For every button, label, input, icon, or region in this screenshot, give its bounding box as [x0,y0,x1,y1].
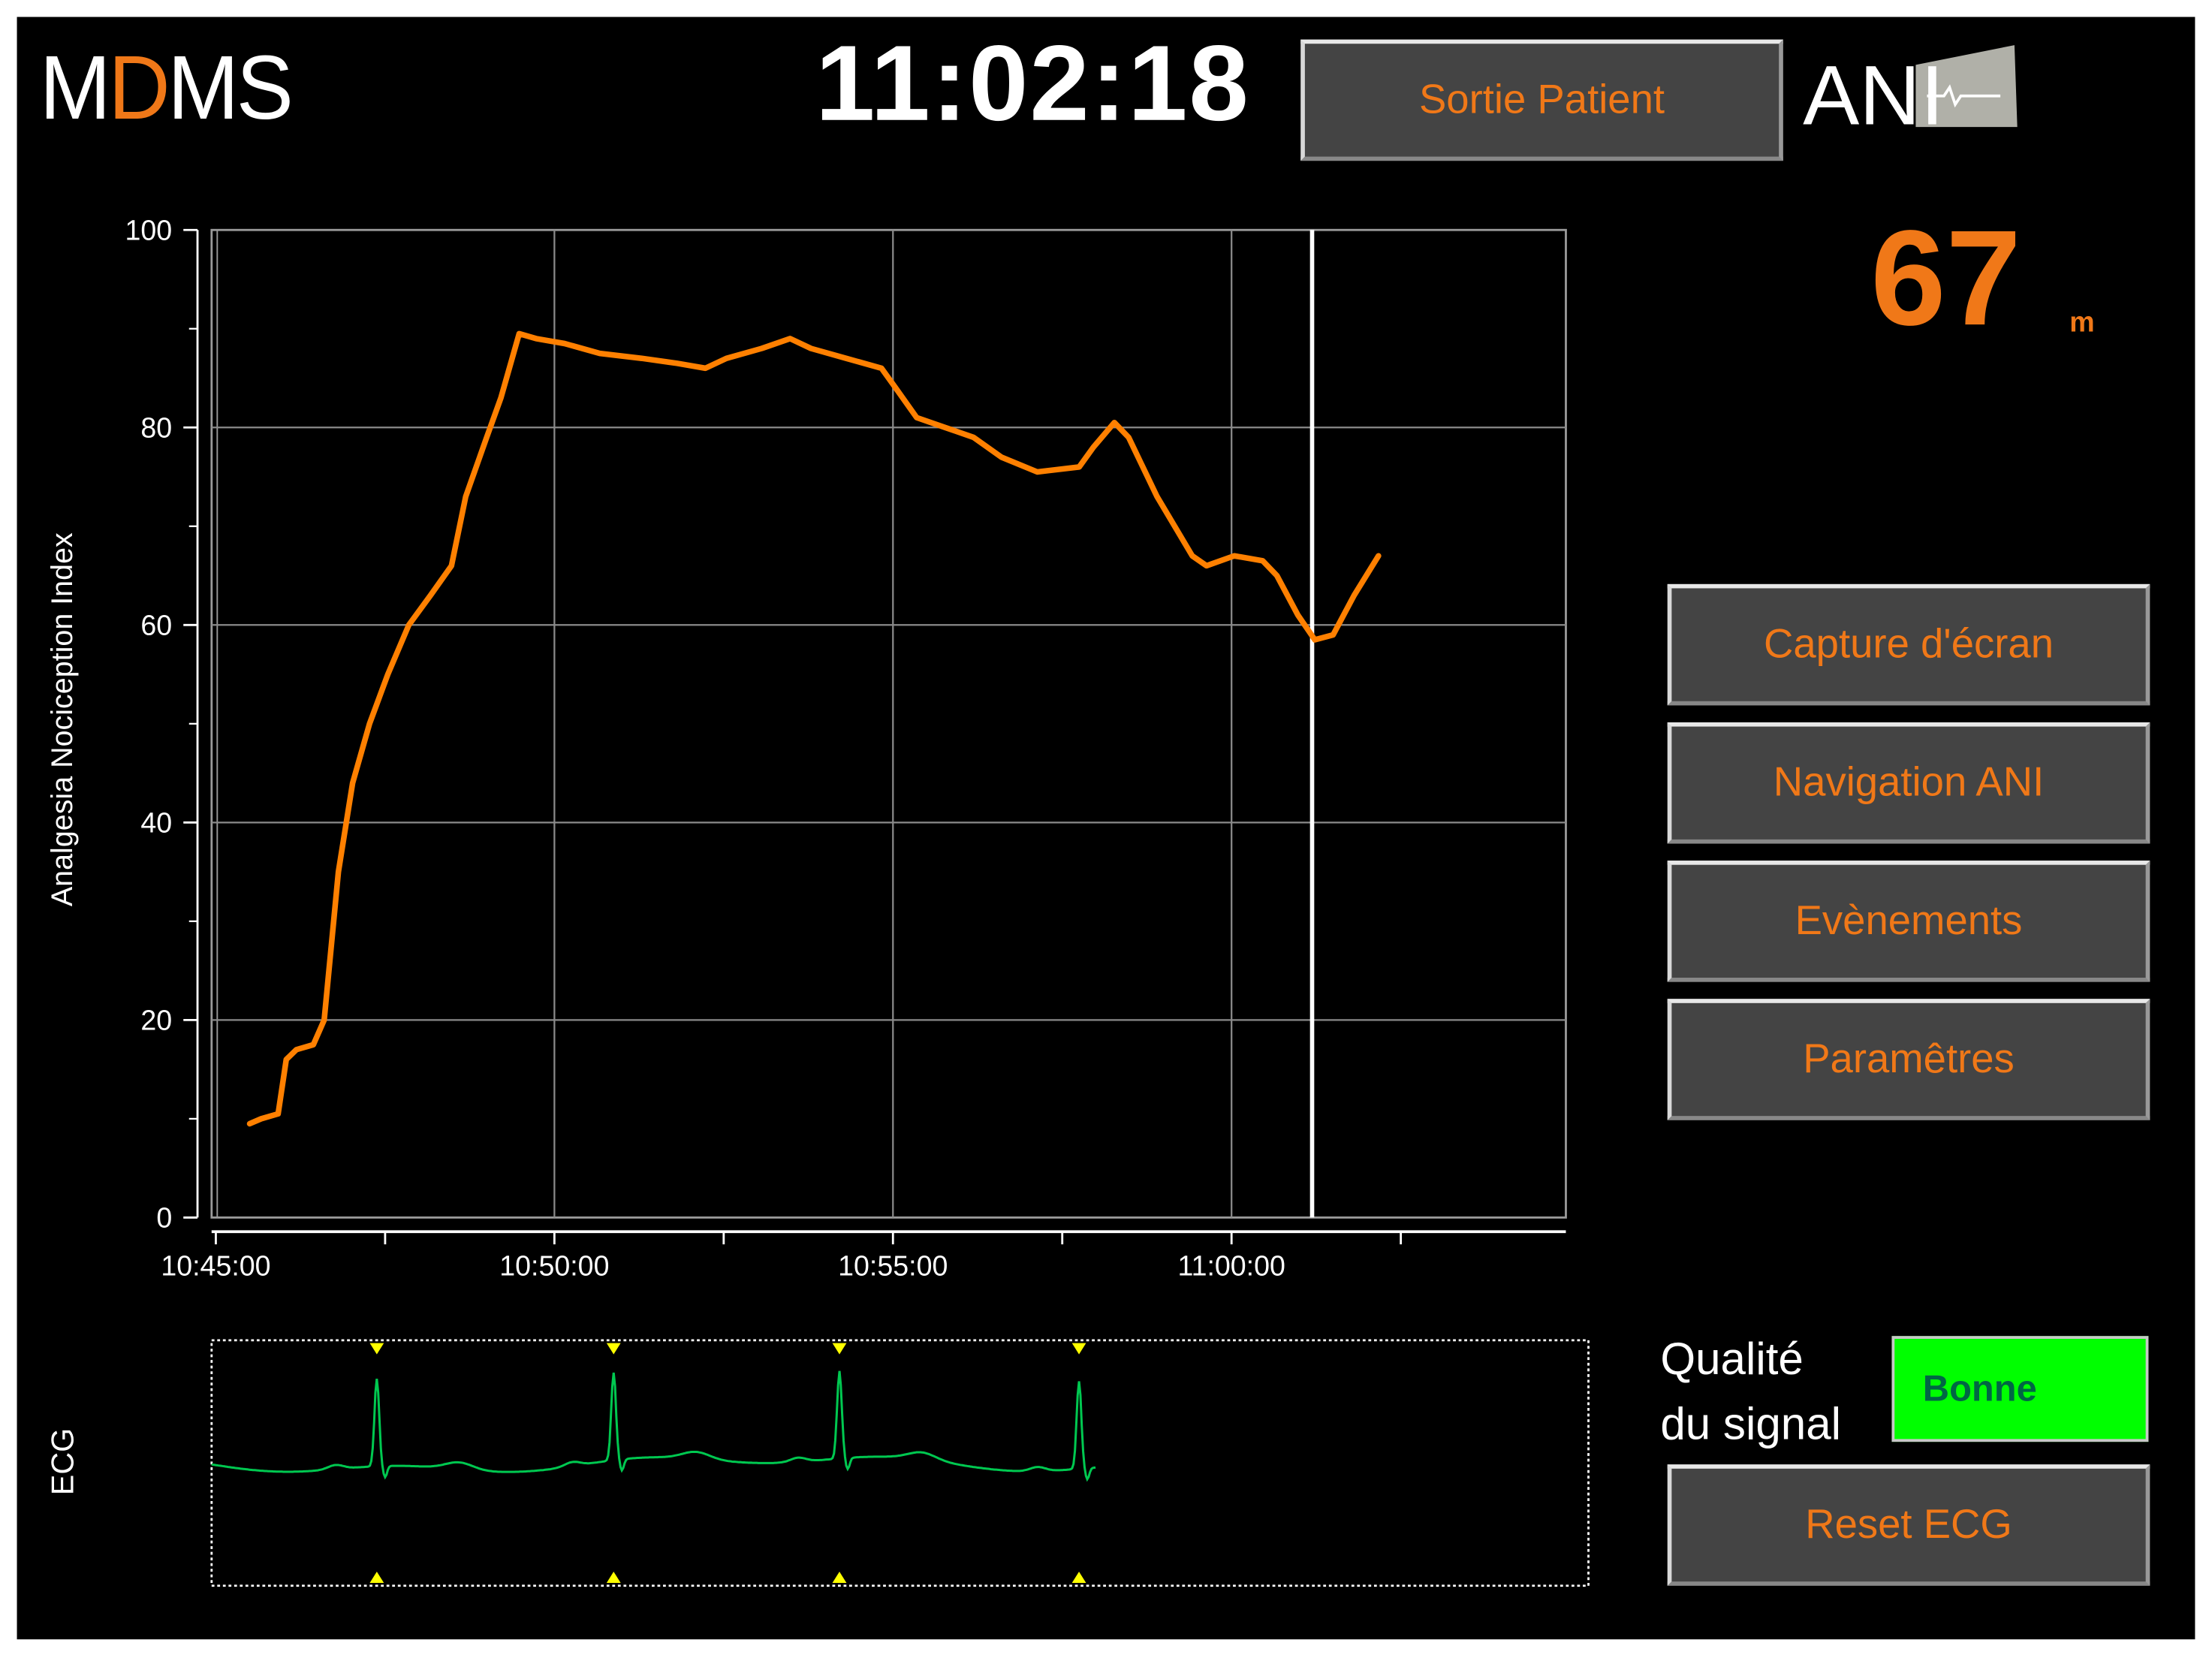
ecg-panel [210,1339,1590,1587]
signal-quality-label-line1: Qualité [1660,1333,1804,1385]
r-peak-marker-top [832,1343,847,1355]
ecg-label: ECG [45,1427,81,1496]
y-tick-label: 20 [140,1005,172,1036]
navigation-ani-button[interactable]: Navigation ANI [1667,722,2150,844]
capture-ecran-button[interactable]: Capture d'écran [1667,583,2150,706]
x-tick-label: 10:55:00 [838,1250,948,1281]
y-tick-label: 100 [125,214,173,246]
signal-quality-status: Bonne [1891,1336,2149,1442]
signal-quality-label: Qualité du signal [1660,1326,1841,1456]
y-tick-label: 80 [140,411,172,443]
x-tick-label: 11:00:00 [1177,1250,1285,1281]
r-peak-marker-bottom [832,1571,847,1584]
ecg-frame [210,1339,1590,1587]
r-peak-marker-top [606,1343,621,1355]
ecg-trace [211,1370,1096,1482]
x-tick-label: 10:45:00 [161,1250,270,1281]
y-tick-label: 60 [140,609,172,641]
r-peak-marker-top [1071,1343,1086,1355]
r-peak-marker-bottom [606,1571,621,1584]
r-peak-marker-bottom [1071,1571,1086,1584]
y-tick-label: 0 [156,1202,172,1234]
parametres-button[interactable]: Paramêtres [1667,999,2150,1120]
reset-ecg-button[interactable]: Reset ECG [1667,1464,2150,1586]
x-tick-label: 10:50:00 [499,1250,609,1281]
ani-series-line [246,330,1382,1127]
evenements-button[interactable]: Evènements [1667,861,2150,982]
signal-quality-label-line2: du signal [1660,1397,1842,1449]
y-tick-label: 40 [140,806,172,838]
r-peak-marker-top [369,1343,384,1355]
r-peak-marker-bottom [369,1571,384,1584]
